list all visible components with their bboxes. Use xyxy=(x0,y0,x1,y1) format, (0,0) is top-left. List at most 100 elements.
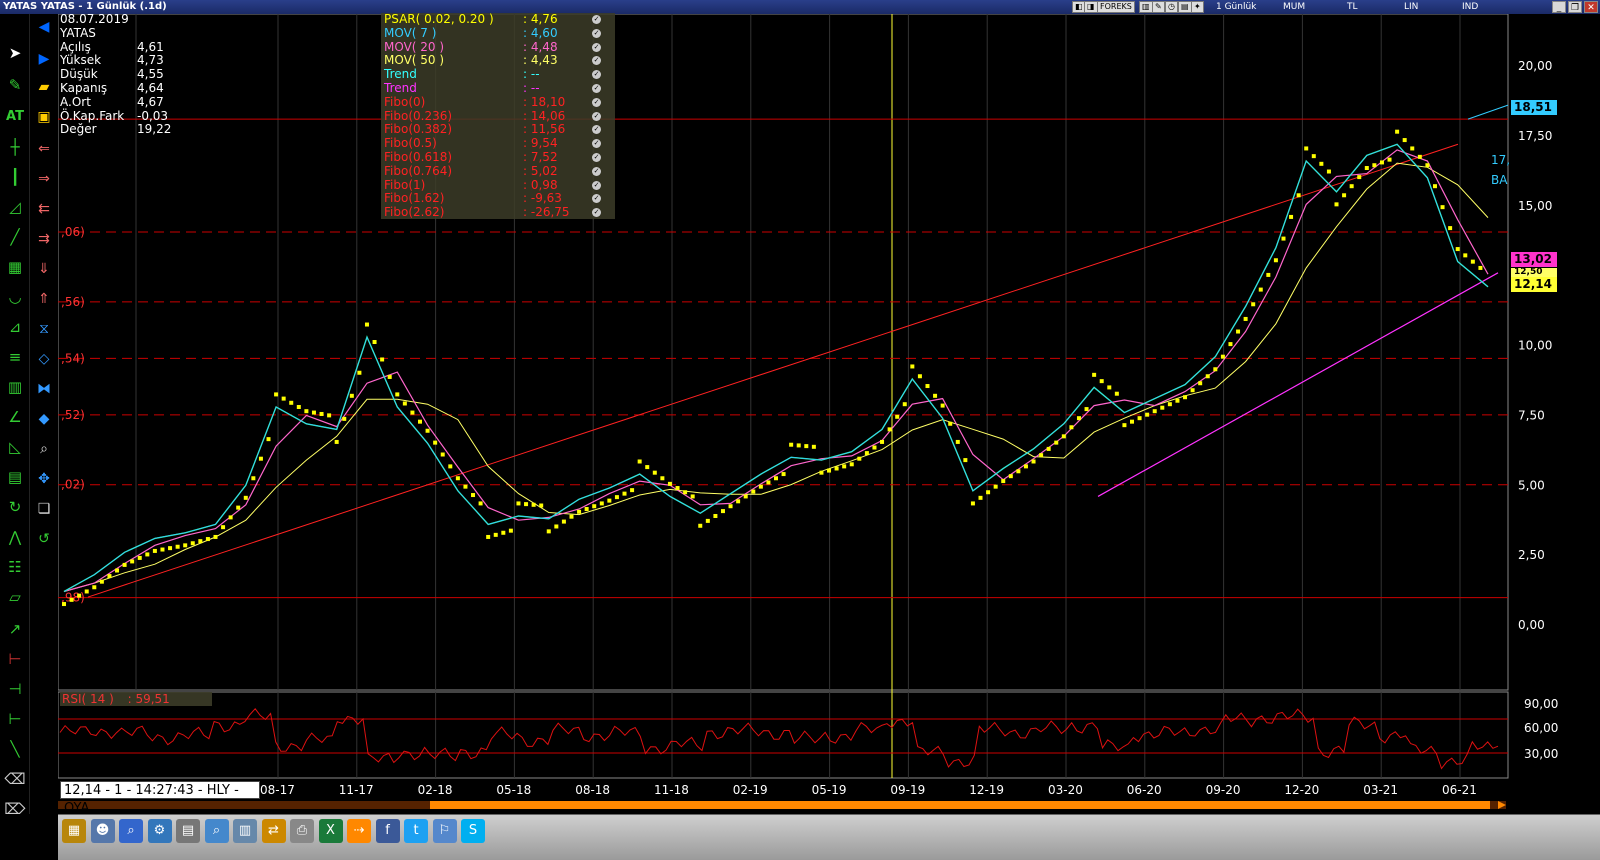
indicator-row[interactable]: Fibo(0.382): 11,56 ✓ xyxy=(384,123,615,137)
arrow-tool-icon[interactable]: ↗ xyxy=(4,618,26,640)
indicator-toggle-icon[interactable]: ✓ xyxy=(592,15,601,24)
shrink-left-icon[interactable]: ⇇ xyxy=(33,198,55,220)
excel-icon[interactable]: X xyxy=(318,819,343,843)
toolbar-icon-e[interactable]: ◷ xyxy=(1165,1,1178,13)
indicator-toggle-icon[interactable]: ✓ xyxy=(592,194,601,204)
facebook-icon[interactable]: f xyxy=(375,819,400,843)
angle-icon[interactable]: ∠ xyxy=(4,406,26,428)
toolbar-icon-g[interactable]: ✦ xyxy=(1191,1,1204,13)
indicator-toggle-icon[interactable]: ✓ xyxy=(592,42,601,52)
bars-icon[interactable]: ▥ xyxy=(4,376,26,398)
prev-symbol-icon[interactable]: ◀ xyxy=(33,16,55,38)
indicator-toggle-icon[interactable]: ✓ xyxy=(592,28,601,38)
arc-icon[interactable]: ◡ xyxy=(4,286,26,308)
zoom-vertical-in-icon[interactable]: ⧖ xyxy=(33,318,55,340)
indicator-panel[interactable]: PSAR( 0.02, 0.20 ): 4,76 ✓ MOV( 7 ): 4,60 ✓… xyxy=(381,12,615,220)
templates-icon[interactable]: ▣ xyxy=(33,106,55,128)
period-select[interactable]: 1 Günlük xyxy=(1216,2,1256,12)
zoom-vertical-out-icon[interactable]: ◇ xyxy=(33,348,55,370)
indicator-row[interactable]: Trend: -- ✓ xyxy=(384,67,615,82)
indicator-row[interactable]: PSAR( 0.02, 0.20 ): 4,76 ✓ xyxy=(384,12,615,27)
magnifier-icon[interactable]: ⌕ xyxy=(33,438,55,460)
rsi-title[interactable]: RSI( 14 ) : 59,51 xyxy=(60,692,212,706)
indicator-toggle-icon[interactable]: ✓ xyxy=(592,70,601,80)
currency-select[interactable]: TL xyxy=(1347,2,1358,12)
left-range-icon[interactable]: ⊢ xyxy=(4,648,26,670)
indicator-row[interactable]: Fibo(0.618): 7,52 ✓ xyxy=(384,150,615,165)
move-left-icon[interactable]: ⇐ xyxy=(33,138,55,160)
toolbar-icon-b[interactable]: ◨ xyxy=(1084,1,1098,13)
indicator-row[interactable]: Trend: -- ✓ xyxy=(384,81,615,96)
indicator-toggle-icon[interactable]: ✓ xyxy=(592,166,601,176)
move-down-icon[interactable]: ⇓ xyxy=(33,258,55,280)
toolbar-icon-c[interactable]: ▥ xyxy=(1139,1,1153,13)
foreks-badge[interactable]: FOREKS xyxy=(1097,1,1135,13)
indicator-toggle-icon[interactable]: ✓ xyxy=(592,139,601,149)
fit-icon[interactable]: ✥ xyxy=(33,468,55,490)
indicator-row[interactable]: Fibo(1.62): -9,63 ✓ xyxy=(384,192,615,206)
calendar-icon[interactable]: ▦ xyxy=(62,819,86,843)
indicator-toggle-icon[interactable]: ✓ xyxy=(592,125,601,135)
cycle-icon[interactable]: ↻ xyxy=(4,496,26,518)
indicator-row[interactable]: Fibo(0): 18,10 ✓ xyxy=(384,95,615,110)
network-icon[interactable]: ⚐ xyxy=(432,819,457,843)
indicator-row[interactable]: Fibo(2.62): -26,75 ✓ xyxy=(384,205,615,220)
document-search-icon[interactable]: ⌕ xyxy=(204,819,229,843)
indicator-row[interactable]: Fibo(0.764): 5,02 ✓ xyxy=(384,164,615,179)
refresh-icon[interactable]: ↺ xyxy=(33,528,55,550)
indicator-toggle-icon[interactable]: ✓ xyxy=(592,111,601,121)
scale-select[interactable]: LIN xyxy=(1404,2,1418,12)
fibo-fan-icon[interactable]: ⊿ xyxy=(4,316,26,338)
minimize-icon[interactable]: _ xyxy=(1552,1,1566,13)
skype-icon[interactable]: S xyxy=(461,819,485,843)
folder-icon[interactable]: ▰ xyxy=(33,76,55,98)
toolbar-icon-f[interactable]: ▤ xyxy=(1178,1,1192,13)
move-up-icon[interactable]: ⇑ xyxy=(33,288,55,310)
indicator-toggle-icon[interactable]: ✓ xyxy=(592,152,601,162)
move-right-icon[interactable]: ⇒ xyxy=(33,168,55,190)
close-icon[interactable]: ✕ xyxy=(1584,1,1598,13)
share-icon[interactable]: ⇢ xyxy=(347,819,371,843)
ladder-icon[interactable]: ☷ xyxy=(4,556,26,578)
fibo-retrace-icon[interactable]: ≡ xyxy=(4,346,26,368)
print-icon[interactable]: ⎙ xyxy=(290,819,314,843)
zoom-horizontal-out-icon[interactable]: ◆ xyxy=(33,408,55,430)
grid-icon[interactable]: ▤ xyxy=(4,466,26,488)
print-preview-icon[interactable]: ▤ xyxy=(176,819,200,843)
shrink-right-icon[interactable]: ⇉ xyxy=(33,228,55,250)
toolbar-icon-d[interactable]: ✎ xyxy=(1152,1,1165,13)
pencil-icon[interactable]: ✎ xyxy=(4,74,26,96)
zoom-horizontal-in-icon[interactable]: ⧓ xyxy=(33,378,55,400)
horizontal-line-icon[interactable]: ┼ xyxy=(4,136,26,158)
auto-trend-icon[interactable]: AT xyxy=(4,106,26,128)
chart-area[interactable]: 08-17 11-17 02-18 05-18 08-18 11-18 02-19 05-19… xyxy=(57,13,1600,860)
zigzag-icon[interactable]: ⋀ xyxy=(4,526,26,548)
search-icon[interactable]: ⌕ xyxy=(119,819,143,843)
eraser-icon[interactable]: ⌫ xyxy=(4,768,26,790)
twitter-icon[interactable]: t xyxy=(404,819,428,843)
database-icon[interactable]: ▥ xyxy=(233,819,257,843)
vertical-line-icon[interactable]: ┃ xyxy=(4,166,26,188)
indicator-row[interactable]: Fibo(1): 0,98 ✓ xyxy=(384,178,615,193)
restore-icon[interactable]: ❐ xyxy=(1568,1,1582,13)
indicator-toggle-icon[interactable]: ✓ xyxy=(592,97,601,107)
tools-icon[interactable]: ⚙ xyxy=(147,819,172,843)
indicator-row[interactable]: MOV( 20 ): 4,48 ✓ xyxy=(384,40,615,55)
trend-line-icon[interactable]: ╱ xyxy=(4,226,26,248)
next-symbol-icon[interactable]: ▶ xyxy=(33,48,55,70)
indicator-row[interactable]: MOV( 7 ): 4,60 ✓ xyxy=(384,26,615,41)
mode-select[interactable]: IND xyxy=(1462,2,1478,12)
indicator-row[interactable]: Fibo(0.236): 14,06 ✓ xyxy=(384,109,615,124)
chart-type-select[interactable]: MUM xyxy=(1283,2,1305,12)
indicator-toggle-icon[interactable]: ✓ xyxy=(592,56,601,66)
copy-icon[interactable]: ❏ xyxy=(33,498,55,520)
indicator-toggle-icon[interactable]: ✓ xyxy=(592,208,601,218)
people-icon[interactable]: ☻ xyxy=(90,819,115,843)
ruler-icon[interactable]: ▱ xyxy=(4,586,26,608)
indicator-row[interactable]: Fibo(0.5): 9,54 ✓ xyxy=(384,136,615,151)
triangle-icon[interactable]: ◺ xyxy=(4,436,26,458)
indicator-toggle-icon[interactable]: ✓ xyxy=(592,83,601,93)
right-range-icon[interactable]: ⊣ xyxy=(4,678,26,700)
diagonal-icon[interactable]: ╲ xyxy=(4,738,26,760)
indicator-row[interactable]: MOV( 50 ): 4,43 ✓ xyxy=(384,54,615,68)
